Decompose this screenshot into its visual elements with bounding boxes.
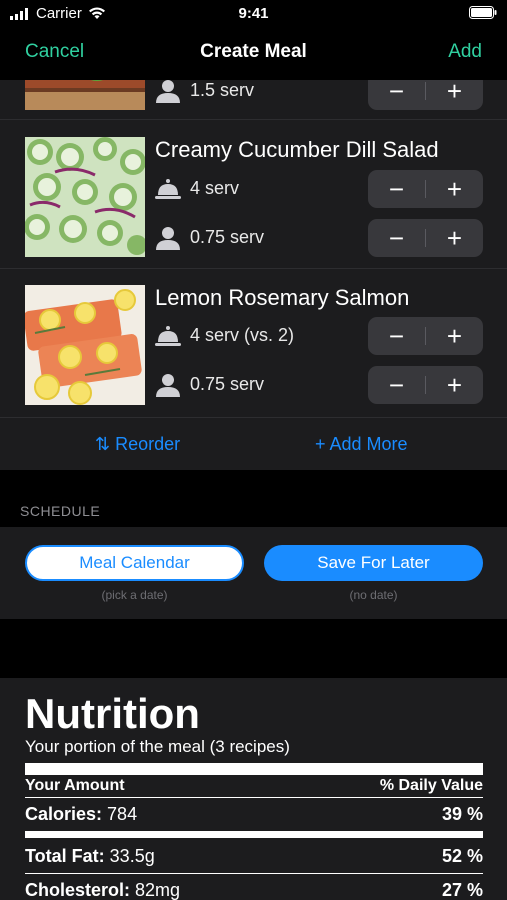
recipe-row: Lemon Rosemary Salmon 4 serv (vs. 2) − +… — [0, 270, 507, 418]
serving-line: 1.5 serv − + — [155, 80, 485, 110]
recipe-name: Lemon Rosemary Salmon — [155, 285, 410, 310]
nutrient-value: 33.5g — [109, 846, 155, 866]
decrement-button[interactable]: − — [368, 170, 425, 208]
page-title: Create Meal — [200, 41, 307, 62]
meal-calendar-button[interactable]: Meal Calendar — [25, 545, 244, 581]
serving-text: 0.75 serv — [190, 374, 265, 394]
nutrient-percent: 27 % — [441, 880, 483, 900]
nutrient-label: Total Fat: — [25, 846, 105, 866]
person-icon — [156, 80, 180, 103]
schedule-header: SCHEDULE — [20, 503, 101, 519]
serving-stepper: − + — [368, 366, 483, 404]
serving-line: 4 serv − + — [155, 170, 485, 208]
save-for-later-button[interactable]: Save For Later — [264, 545, 483, 581]
nutrient-percent: 39 % — [441, 804, 483, 824]
nutrient-percent: 52 % — [441, 846, 483, 866]
increment-button[interactable]: + — [426, 170, 483, 208]
divider — [25, 797, 483, 798]
save-hint: (no date) — [349, 588, 398, 602]
serving-text: 4 serv (vs. 2) — [190, 325, 295, 345]
decrement-button[interactable]: − — [368, 80, 425, 110]
recipe-thumbnail[interactable] — [25, 137, 145, 257]
recipe-name: Creamy Cucumber Dill Salad — [155, 137, 439, 162]
serving-stepper: − + — [368, 317, 483, 355]
serving-stepper: − + — [368, 219, 483, 257]
serving-line: 4 serv (vs. 2) − + — [155, 317, 485, 355]
divider — [25, 873, 483, 874]
your-amount-header: Your Amount — [25, 777, 125, 794]
serving-text: 1.5 serv — [190, 80, 255, 100]
recipe-thumbnail[interactable] — [25, 80, 145, 110]
recipe-row: Creamy Cucumber Dill Salad 4 serv − + 0.… — [0, 121, 507, 269]
nutrient-label: Calories: — [25, 804, 103, 824]
navigation-bar: Cancel Create Meal Add — [0, 28, 507, 78]
serving-line: 0.75 serv − + — [155, 219, 485, 257]
person-icon — [156, 374, 180, 397]
divider-thick — [25, 831, 483, 838]
recipe-thumbnail[interactable] — [25, 285, 145, 405]
nutrient-value: 784 — [107, 804, 138, 824]
status-right — [469, 6, 497, 23]
schedule-card: Meal Calendar Save For Later (pick a dat… — [0, 527, 507, 619]
increment-button[interactable]: + — [426, 219, 483, 257]
increment-button[interactable]: + — [426, 317, 483, 355]
person-icon — [156, 227, 180, 250]
add-more-button[interactable]: + Add More — [315, 434, 408, 455]
status-time: 9:41 — [238, 5, 269, 22]
nutrient-label: Cholesterol: — [25, 880, 131, 900]
battery-icon — [469, 6, 497, 19]
nutrient-value: 82mg — [135, 880, 181, 900]
increment-button[interactable]: + — [426, 80, 483, 110]
increment-button[interactable]: + — [426, 366, 483, 404]
daily-value-header: % Daily Value — [379, 777, 483, 794]
serving-stepper: − + — [368, 170, 483, 208]
status-bar: Carrier 9:41 — [0, 0, 507, 28]
serving-stepper: − + — [368, 80, 483, 110]
serving-text: 0.75 serv — [190, 227, 265, 247]
recipe-list: 1.5 serv − + Creamy Cucumber Dill Salad … — [0, 80, 507, 470]
add-button[interactable]: Add — [448, 41, 482, 63]
decrement-button[interactable]: − — [368, 366, 425, 404]
decrement-button[interactable]: − — [368, 317, 425, 355]
serving-line: 0.75 serv − + — [155, 366, 485, 404]
serving-text: 4 serv — [190, 178, 240, 198]
serving-dish-icon — [155, 179, 181, 199]
list-actions: ⇅ Reorder + Add More — [0, 426, 507, 466]
nutrition-subtitle: Your portion of the meal (3 recipes) — [25, 737, 290, 756]
recipe-row: 1.5 serv − + — [0, 80, 507, 120]
divider-thick — [25, 763, 483, 775]
calendar-hint: (pick a date) — [101, 588, 168, 602]
serving-dish-icon — [155, 326, 181, 346]
decrement-button[interactable]: − — [368, 219, 425, 257]
nutrition-panel: Nutrition Your portion of the meal (3 re… — [0, 678, 507, 900]
reorder-button[interactable]: ⇅ Reorder — [95, 434, 180, 455]
nutrition-title: Nutrition — [25, 690, 200, 737]
